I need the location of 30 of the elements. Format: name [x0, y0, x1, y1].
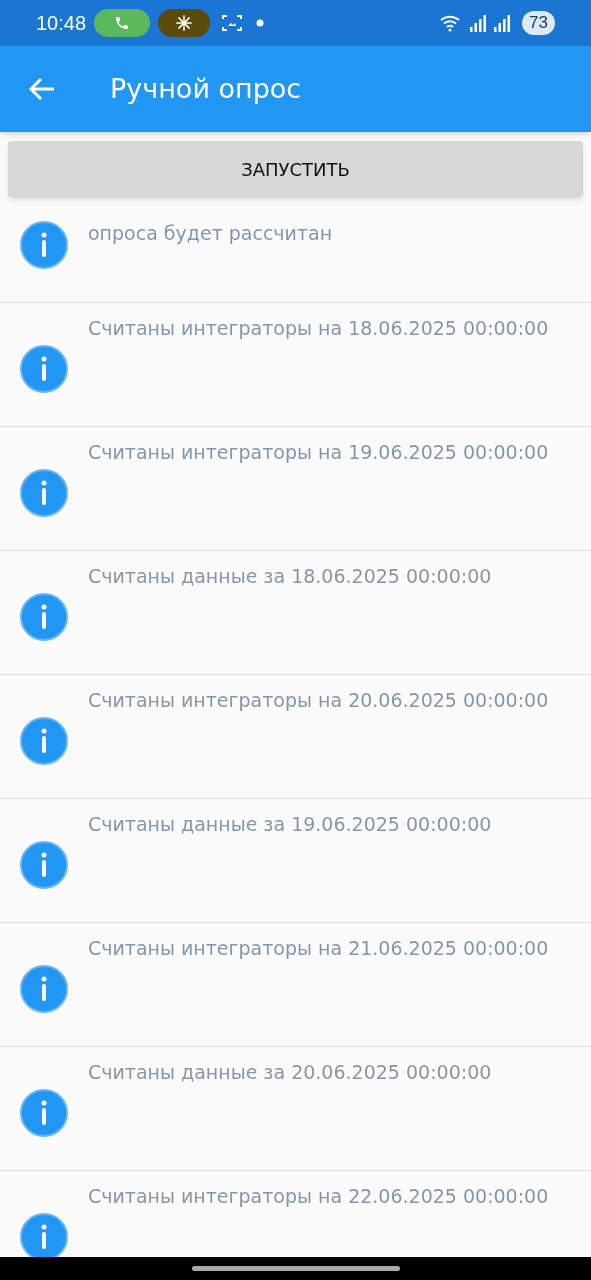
flash-indicator — [158, 9, 211, 37]
start-button[interactable]: ЗАПУСТИТЬ — [8, 141, 583, 197]
log-message: Считаны интеграторы на 19.06.2025 00:00:00 — [88, 440, 550, 465]
info-icon — [20, 965, 68, 1013]
battery-level: 73 — [522, 11, 555, 35]
info-icon — [20, 469, 68, 517]
signal-icon — [470, 14, 487, 32]
log-message: опроса будет рассчитан — [88, 221, 334, 246]
info-icon — [20, 1089, 68, 1137]
log-message: Считаны интеграторы на 22.06.2025 00:00:00 — [88, 1184, 550, 1209]
notification-dot-icon — [256, 19, 265, 27]
info-icon — [20, 717, 68, 765]
home-indicator[interactable] — [191, 1266, 400, 1271]
call-indicator — [94, 9, 151, 37]
log-message: Считаны данные за 20.06.2025 00:00:00 — [88, 1060, 493, 1085]
info-icon — [20, 593, 68, 641]
log-message: Считаны интеграторы на 21.06.2025 00:00:00 — [88, 936, 550, 961]
log-message: Считаны данные за 18.06.2025 00:00:00 — [88, 564, 493, 589]
screenshot-icon — [222, 14, 243, 32]
screen-title: Ручной опрос — [110, 71, 302, 106]
info-icon — [20, 345, 68, 393]
info-icon — [20, 841, 68, 889]
info-icon — [20, 1213, 68, 1257]
log-message: Считаны интеграторы на 20.06.2025 00:00:00 — [88, 688, 550, 713]
log-message: Считаны данные за 19.06.2025 00:00:00 — [88, 812, 493, 837]
back-arrow-icon — [28, 77, 56, 101]
clock: 10:48 — [36, 11, 87, 36]
signal-icon — [494, 14, 511, 32]
info-icon — [20, 221, 68, 269]
log-message: Считаны интеграторы на 18.06.2025 00:00:00 — [88, 316, 550, 341]
